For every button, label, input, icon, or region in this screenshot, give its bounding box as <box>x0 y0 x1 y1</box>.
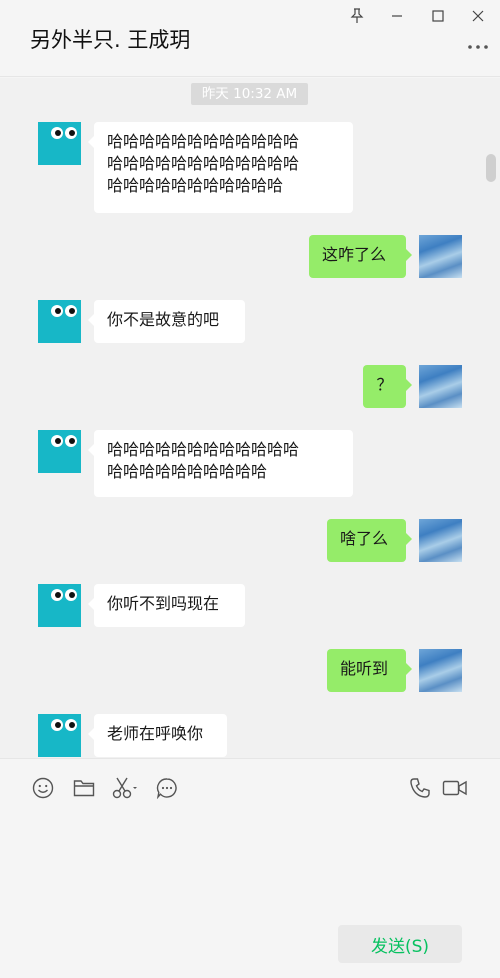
incoming-message[interactable]: 哈哈哈哈哈哈哈哈哈哈哈哈 哈哈哈哈哈哈哈哈哈哈 <box>88 430 353 497</box>
outgoing-message[interactable]: 啥了么 <box>327 519 412 562</box>
avatar-eye <box>65 435 77 447</box>
more-icon[interactable] <box>466 40 490 54</box>
pin-icon[interactable] <box>345 5 369 27</box>
contact-avatar[interactable] <box>38 430 81 473</box>
incoming-message[interactable]: 哈哈哈哈哈哈哈哈哈哈哈哈 哈哈哈哈哈哈哈哈哈哈哈哈 哈哈哈哈哈哈哈哈哈哈哈 <box>88 122 353 213</box>
send-button[interactable]: 发送(S) <box>338 925 462 963</box>
avatar-eye <box>65 589 77 601</box>
scrollbar[interactable] <box>486 154 496 182</box>
outgoing-message[interactable]: ？ <box>363 365 412 408</box>
chat-title: 另外半只. 王成玥 <box>30 28 191 52</box>
contact-avatar[interactable] <box>38 300 81 343</box>
timestamp: 昨天 10:32 AM <box>191 83 308 105</box>
avatar-eye <box>65 305 77 317</box>
avatar-eye <box>51 127 63 139</box>
phone-icon[interactable] <box>407 775 433 801</box>
input-area: 发送(S) <box>0 758 500 978</box>
contact-avatar[interactable] <box>38 714 81 757</box>
user-avatar[interactable] <box>419 519 462 562</box>
avatar-eye <box>51 589 63 601</box>
user-avatar[interactable] <box>419 235 462 278</box>
folder-icon[interactable] <box>71 775 97 801</box>
chat-history-icon[interactable] <box>154 775 180 801</box>
avatar-eye <box>51 435 63 447</box>
close-icon[interactable] <box>466 5 490 27</box>
incoming-message[interactable]: 老师在呼唤你 <box>88 714 227 757</box>
user-avatar[interactable] <box>419 649 462 692</box>
incoming-message[interactable]: 你听不到吗现在 <box>88 584 245 627</box>
avatar-eye <box>65 719 77 731</box>
contact-avatar[interactable] <box>38 122 81 165</box>
scissors-icon[interactable] <box>111 775 141 801</box>
minimize-icon[interactable] <box>385 5 409 27</box>
outgoing-message[interactable]: 能听到 <box>327 649 412 692</box>
message-list[interactable]: 昨天 10:32 AM 哈哈哈哈哈哈哈哈哈哈哈哈 哈哈哈哈哈哈哈哈哈哈哈哈 哈哈… <box>0 78 500 758</box>
avatar-eye <box>51 719 63 731</box>
video-icon[interactable] <box>441 775 469 801</box>
title-bar: 另外半只. 王成玥 <box>0 0 500 77</box>
outgoing-message[interactable]: 这咋了么 <box>309 235 412 278</box>
contact-avatar[interactable] <box>38 584 81 627</box>
avatar-eye <box>65 127 77 139</box>
emoji-icon[interactable] <box>30 775 56 801</box>
user-avatar[interactable] <box>419 365 462 408</box>
avatar-eye <box>51 305 63 317</box>
maximize-icon[interactable] <box>426 5 450 27</box>
incoming-message[interactable]: 你不是故意的吧 <box>88 300 245 343</box>
